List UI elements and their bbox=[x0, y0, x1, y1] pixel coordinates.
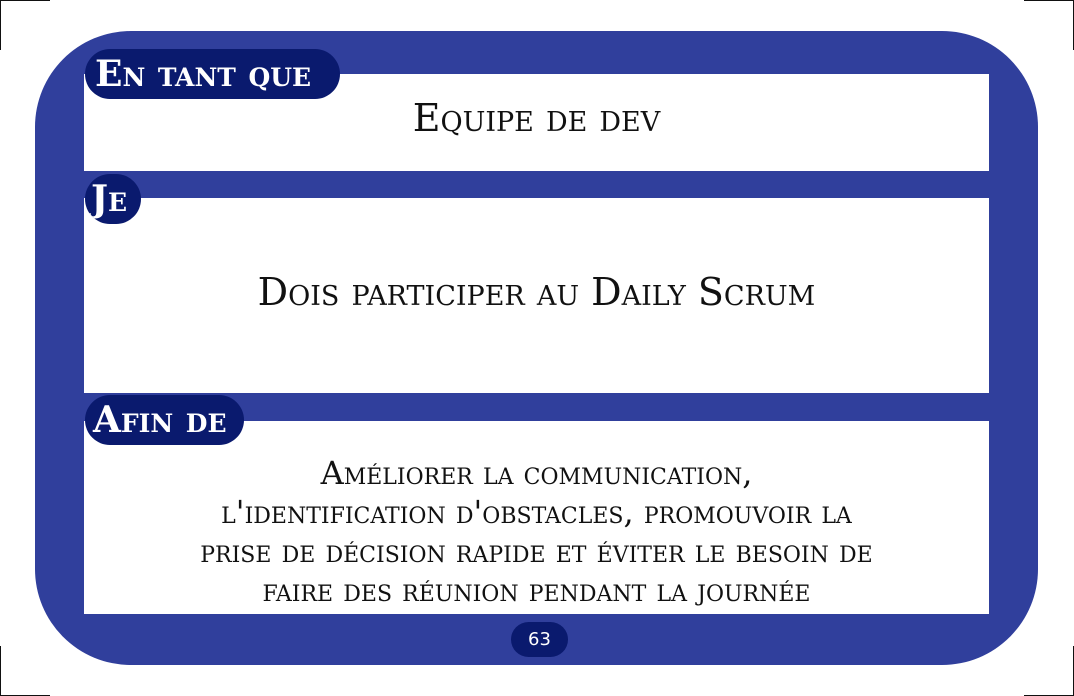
crop-mark bbox=[0, 0, 1, 50]
goal-line: prise de décision rapide et éviter le be… bbox=[200, 532, 873, 570]
role-value: Equipe de dev bbox=[412, 96, 661, 140]
crop-mark bbox=[0, 0, 50, 1]
goal-value: Améliorer la communication, l'identifica… bbox=[84, 454, 989, 610]
goal-line: l'identification d'obstacles, promouvoir… bbox=[221, 493, 852, 531]
goal-line: faire des réunion pendant la journée bbox=[262, 571, 811, 609]
goal-label: Afin de bbox=[85, 395, 244, 445]
goal-line: Améliorer la communication, bbox=[320, 454, 753, 492]
action-label: Je bbox=[85, 174, 141, 224]
action-value: Dois participer au Daily Scrum bbox=[257, 270, 816, 314]
crop-mark bbox=[1024, 0, 1074, 1]
crop-mark bbox=[0, 646, 1, 696]
role-label: En tant que bbox=[85, 49, 340, 99]
page-number-badge: 63 bbox=[511, 622, 568, 657]
